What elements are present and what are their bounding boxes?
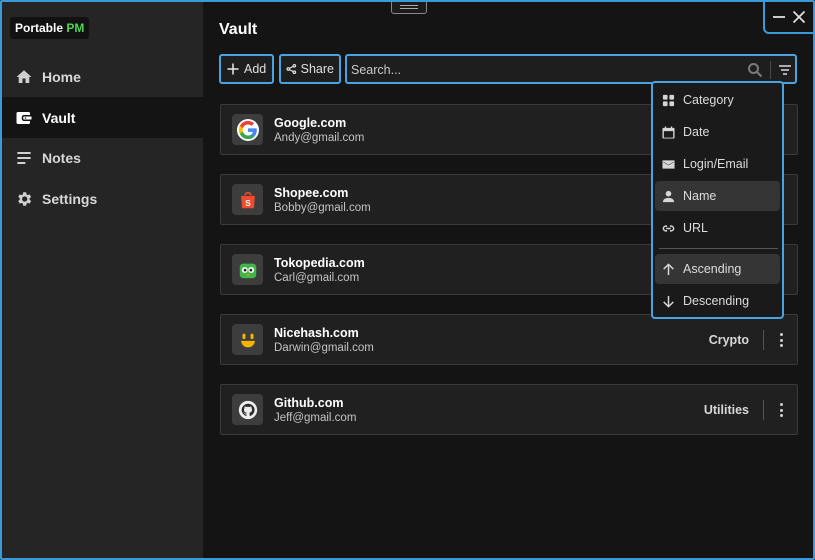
sort-option-label: Login/Email bbox=[683, 157, 749, 171]
close-icon bbox=[792, 10, 806, 24]
sidebar-item-home[interactable]: Home bbox=[2, 56, 203, 97]
sort-order-label: Descending bbox=[683, 294, 750, 308]
sort-order-descending[interactable]: Descending bbox=[655, 286, 780, 316]
sidebar-item-vault[interactable]: Vault bbox=[2, 97, 203, 138]
entry-category: Utilities bbox=[703, 403, 749, 417]
add-button[interactable]: Add bbox=[219, 54, 274, 84]
entry-email: Bobby@gmail.com bbox=[274, 202, 371, 214]
entry-category: Crypto bbox=[708, 333, 749, 347]
sort-option-label: Name bbox=[683, 189, 717, 203]
minimize-icon bbox=[773, 16, 785, 18]
sidebar-item-label: Notes bbox=[42, 149, 81, 166]
grid-icon bbox=[661, 93, 675, 107]
sidebar-item-label: Vault bbox=[42, 109, 76, 126]
logo-accent: PM bbox=[66, 21, 85, 35]
sidebar-item-notes[interactable]: Notes bbox=[2, 137, 203, 178]
logo-text: Portable bbox=[15, 21, 67, 35]
entry-site-name: Shopee.com bbox=[274, 186, 349, 200]
sort-order-ascending[interactable]: Ascending bbox=[655, 254, 780, 284]
tokopedia-logo-icon bbox=[232, 254, 263, 285]
vault-entry-github[interactable]: Github.com Jeff@gmail.com Utilities bbox=[220, 384, 798, 435]
sort-menu: Category Date Login/Email Name URL Ascen… bbox=[651, 81, 784, 319]
sort-option-category[interactable]: Category bbox=[655, 85, 780, 115]
nicehash-logo-icon bbox=[232, 324, 263, 355]
calendar-icon bbox=[661, 125, 675, 139]
sidebar-item-label: Settings bbox=[42, 190, 98, 207]
search-input[interactable] bbox=[351, 60, 741, 80]
mail-icon bbox=[661, 157, 675, 171]
entry-divider bbox=[763, 400, 764, 420]
gear-icon bbox=[14, 189, 34, 209]
github-logo-icon bbox=[232, 394, 263, 425]
more-options-icon[interactable] bbox=[775, 401, 787, 419]
entry-email: Darwin@gmail.com bbox=[274, 342, 374, 354]
sort-option-date[interactable]: Date bbox=[655, 117, 780, 147]
sort-option-label: Category bbox=[683, 93, 734, 107]
app-window: Portable PM Home Vault Notes Settings Va… bbox=[0, 0, 815, 560]
share-button[interactable]: Share bbox=[279, 54, 341, 84]
more-options-icon[interactable] bbox=[775, 331, 787, 349]
app-logo: Portable PM bbox=[10, 17, 90, 39]
sort-option-url[interactable]: URL bbox=[655, 213, 780, 243]
notes-icon bbox=[14, 148, 34, 168]
entry-site-name: Google.com bbox=[274, 116, 347, 130]
share-icon bbox=[286, 63, 297, 75]
shopee-logo-icon: S bbox=[232, 184, 263, 215]
sort-option-login-email[interactable]: Login/Email bbox=[655, 149, 780, 179]
sort-order-label: Ascending bbox=[683, 262, 742, 276]
sidebar: Portable PM Home Vault Notes Settings bbox=[2, 2, 203, 558]
window-controls bbox=[763, 2, 813, 34]
arrow-down-icon bbox=[661, 294, 675, 308]
home-icon bbox=[14, 67, 34, 87]
wallet-icon bbox=[14, 108, 34, 128]
search-divider bbox=[770, 61, 771, 79]
minimize-button[interactable] bbox=[770, 8, 788, 26]
drag-handle[interactable] bbox=[391, 2, 427, 14]
entry-email: Jeff@gmail.com bbox=[274, 412, 357, 424]
person-icon bbox=[661, 189, 675, 203]
vault-entry-nicehash[interactable]: Nicehash.com Darwin@gmail.com Crypto bbox=[220, 314, 798, 365]
entry-email: Andy@gmail.com bbox=[274, 132, 365, 144]
entry-email: Carl@gmail.com bbox=[274, 272, 360, 284]
sort-option-name[interactable]: Name bbox=[655, 181, 780, 211]
sidebar-item-settings[interactable]: Settings bbox=[2, 178, 203, 219]
entry-site-name: Github.com bbox=[274, 396, 344, 410]
close-button[interactable] bbox=[790, 8, 808, 26]
google-logo-icon bbox=[232, 114, 263, 145]
plus-icon bbox=[227, 63, 239, 75]
sort-icon[interactable] bbox=[777, 62, 793, 78]
sort-menu-divider bbox=[659, 248, 778, 249]
svg-text:S: S bbox=[245, 198, 251, 207]
link-icon bbox=[661, 221, 675, 235]
page-title: Vault bbox=[219, 21, 258, 38]
sidebar-item-label: Home bbox=[42, 68, 81, 85]
share-button-label: Share bbox=[300, 62, 334, 76]
sort-option-label: Date bbox=[683, 125, 710, 139]
entry-divider bbox=[763, 330, 764, 350]
entry-site-name: Tokopedia.com bbox=[274, 256, 365, 270]
add-button-label: Add bbox=[244, 62, 267, 76]
search-box bbox=[345, 54, 797, 84]
arrow-up-icon bbox=[661, 262, 675, 276]
entry-site-name: Nicehash.com bbox=[274, 326, 359, 340]
sort-option-label: URL bbox=[683, 221, 709, 235]
search-icon[interactable] bbox=[747, 62, 763, 78]
